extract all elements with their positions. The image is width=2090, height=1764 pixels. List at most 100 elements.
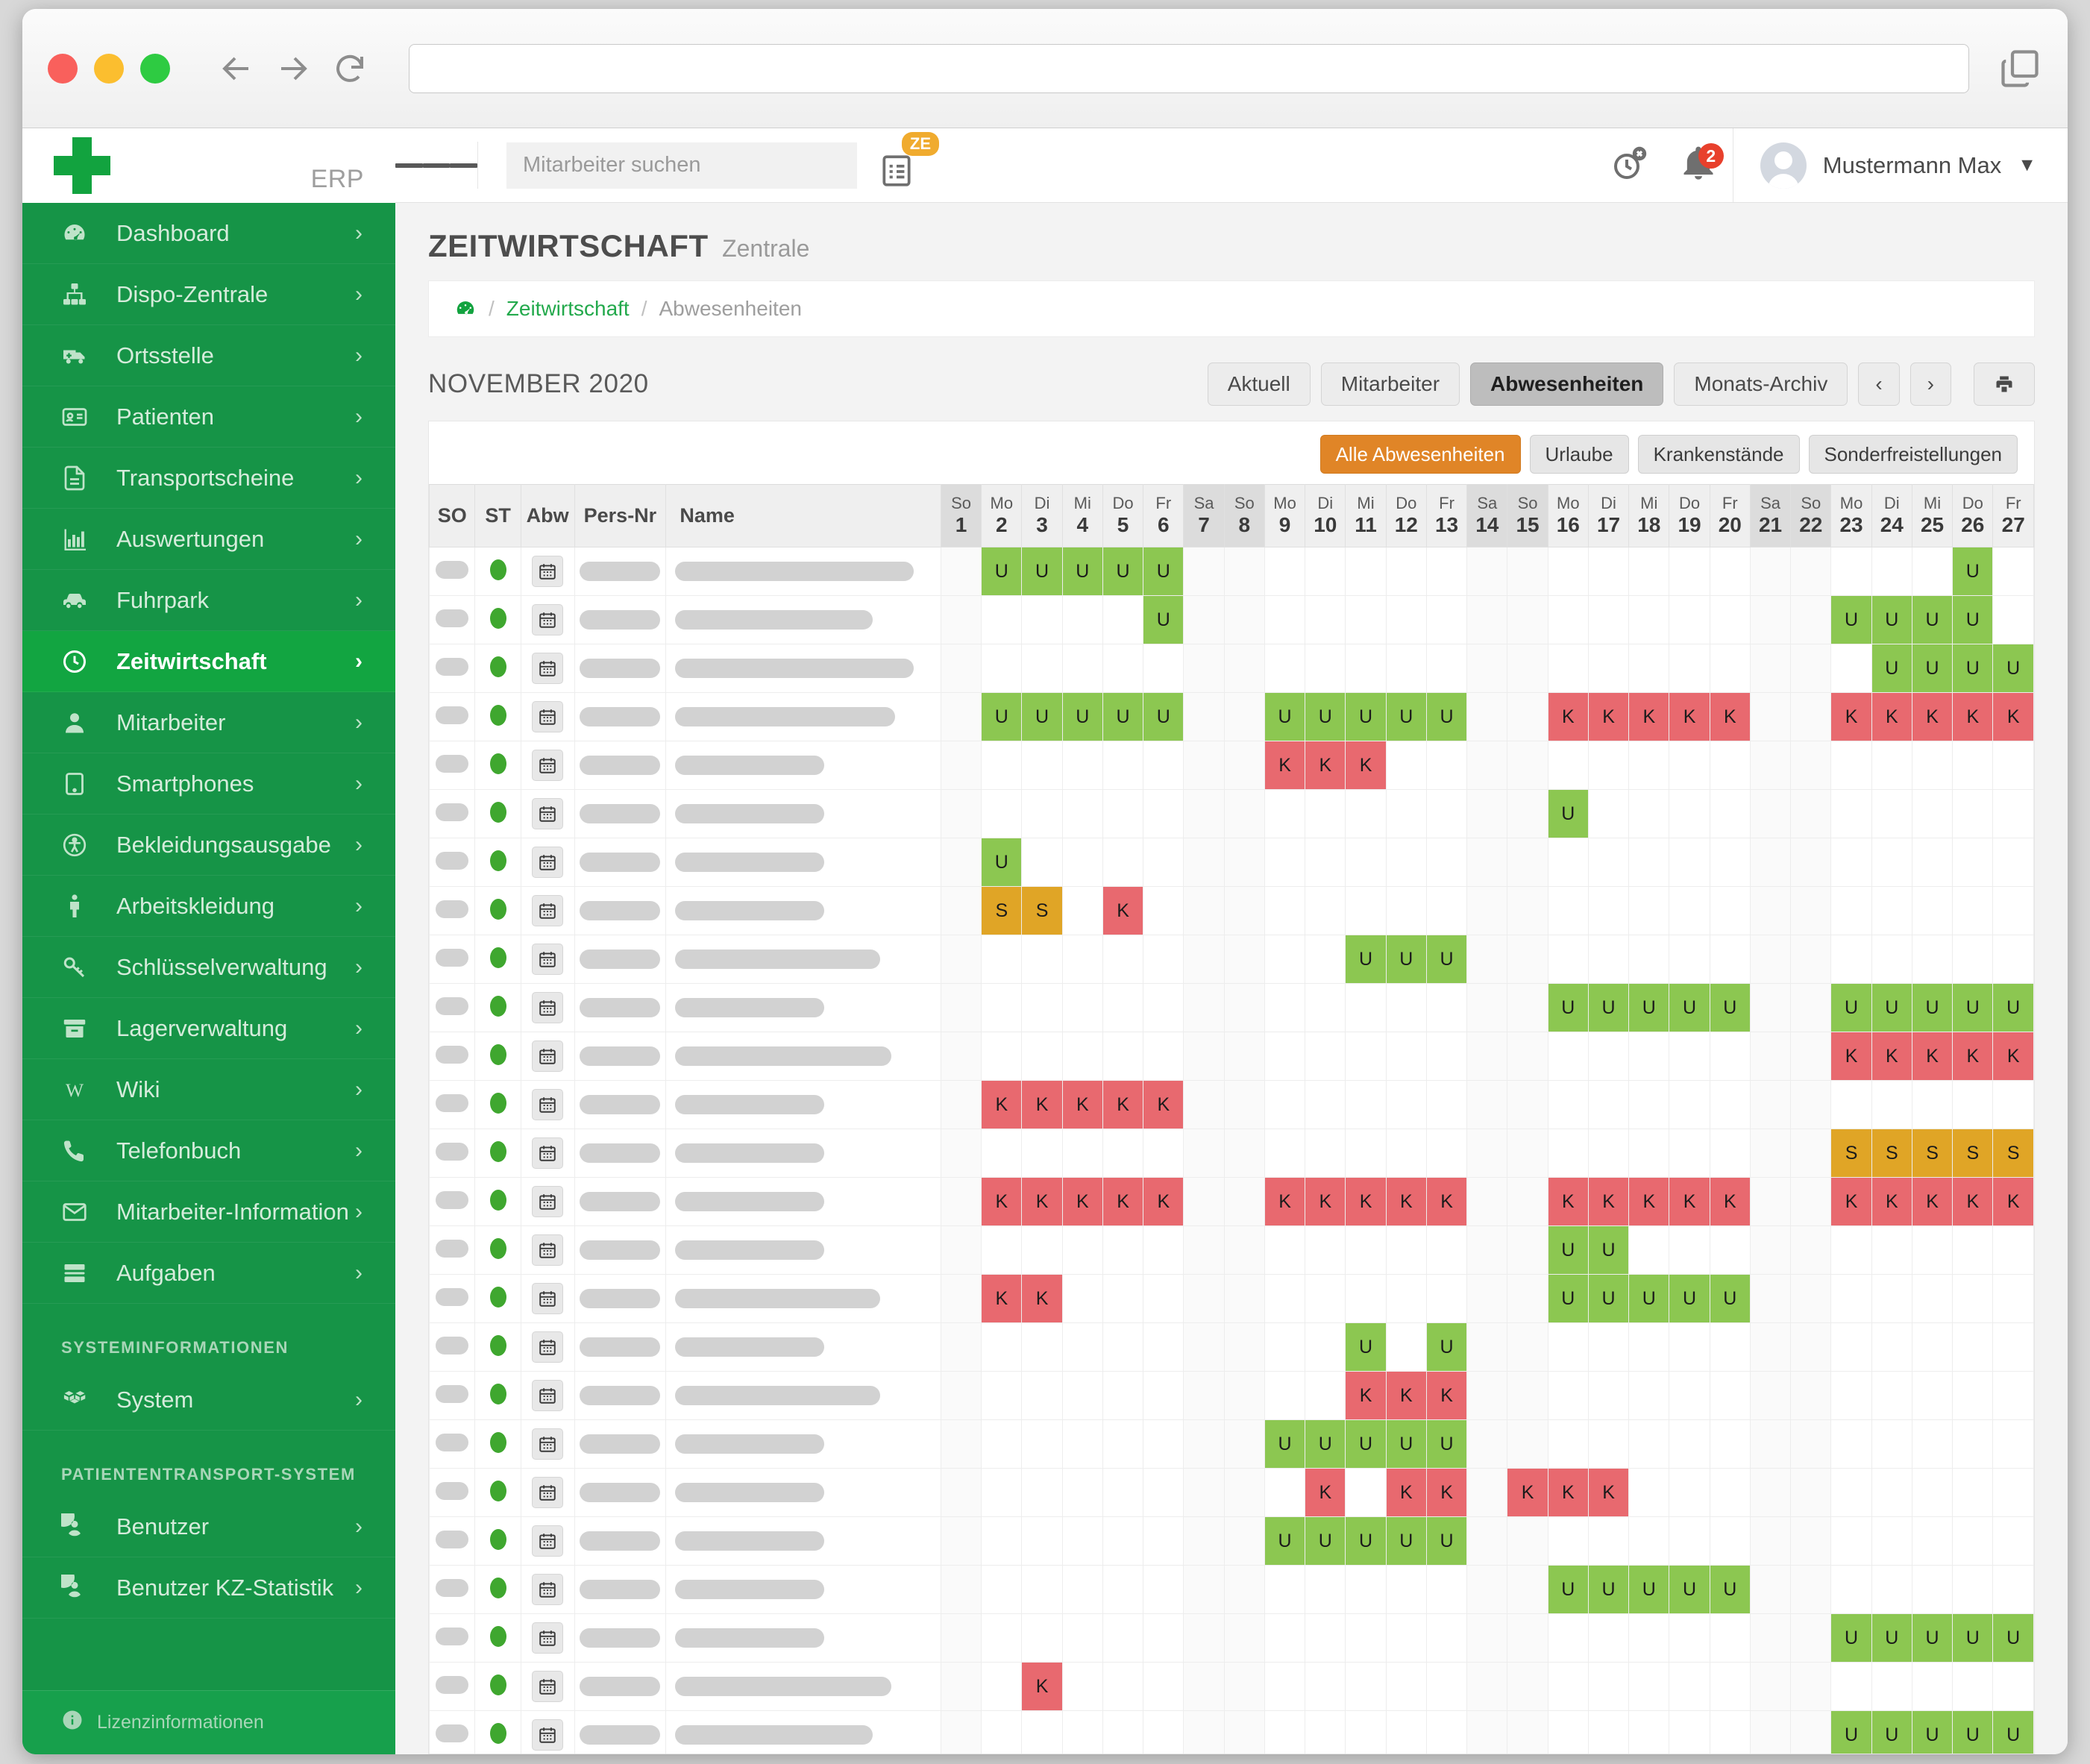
cell-day-1[interactable] <box>941 984 981 1032</box>
cell-day-24[interactable]: U <box>1871 1711 1912 1755</box>
cell-day-16[interactable] <box>1548 1323 1588 1372</box>
cell-day-25[interactable]: K <box>1912 1032 1952 1081</box>
cell-day-26[interactable] <box>1953 790 1993 838</box>
cell-day-22[interactable] <box>1791 1323 1831 1372</box>
cell-day-8[interactable] <box>1224 1566 1264 1614</box>
cell-day-23[interactable]: K <box>1831 693 1871 741</box>
cell-day-21[interactable] <box>1750 790 1790 838</box>
cell-day-21[interactable] <box>1750 935 1790 984</box>
cell-day-15[interactable] <box>1507 1178 1548 1226</box>
cell-day-9[interactable] <box>1264 1469 1305 1517</box>
cell-day-11[interactable] <box>1346 1663 1386 1711</box>
cell-day-24[interactable] <box>1871 547 1912 596</box>
cell-day-10[interactable]: K <box>1305 741 1346 790</box>
cell-day-16[interactable]: K <box>1548 1469 1588 1517</box>
cell-day-13[interactable] <box>1426 1566 1466 1614</box>
cell-day-21[interactable] <box>1750 838 1790 887</box>
cell-day-16[interactable] <box>1548 547 1588 596</box>
calendar-icon[interactable] <box>532 1283 563 1314</box>
cell-day-26[interactable] <box>1953 1469 1993 1517</box>
cell-day-8[interactable] <box>1224 547 1264 596</box>
cell-day-10[interactable] <box>1305 984 1346 1032</box>
cell-day-27[interactable]: K <box>1993 1178 2034 1226</box>
cell-day-5[interactable] <box>1102 1663 1143 1711</box>
table-row[interactable]: KKKKK <box>430 1081 2034 1129</box>
calendar-icon[interactable] <box>532 798 563 829</box>
cell-day-23[interactable] <box>1831 1420 1871 1469</box>
cell-day-2[interactable] <box>982 1614 1022 1663</box>
cell-day-15[interactable] <box>1507 596 1548 644</box>
calendar-icon[interactable] <box>532 604 563 635</box>
cell-day-8[interactable] <box>1224 1372 1264 1420</box>
reload-icon[interactable] <box>327 45 373 92</box>
cell-day-22[interactable] <box>1791 1372 1831 1420</box>
cell-day-23[interactable]: K <box>1831 1178 1871 1226</box>
cell-day-23[interactable] <box>1831 838 1871 887</box>
cell-day-13[interactable]: K <box>1426 1469 1466 1517</box>
cell-day-23[interactable]: U <box>1831 984 1871 1032</box>
cell-day-18[interactable]: U <box>1629 1275 1669 1323</box>
cell-day-1[interactable] <box>941 693 981 741</box>
cell-day-24[interactable]: K <box>1871 1178 1912 1226</box>
column-header-day-20[interactable]: Fr20 <box>1710 485 1750 547</box>
cell-day-3[interactable] <box>1022 790 1062 838</box>
cell-day-5[interactable] <box>1102 1614 1143 1663</box>
calendar-icon[interactable] <box>532 1040 563 1072</box>
cell-day-27[interactable]: K <box>1993 693 2034 741</box>
cell-day-15[interactable] <box>1507 547 1548 596</box>
cell-day-25[interactable]: U <box>1912 984 1952 1032</box>
table-row[interactable]: UUUUU <box>430 1711 2034 1755</box>
sidebar-item-lagerverwaltung[interactable]: Lagerverwaltung › <box>22 998 395 1059</box>
cell-day-14[interactable] <box>1467 887 1507 935</box>
cell-day-13[interactable]: K <box>1426 1372 1466 1420</box>
column-header-day-18[interactable]: Mi18 <box>1629 485 1669 547</box>
cell-day-4[interactable]: K <box>1062 1081 1102 1129</box>
cell-day-27[interactable] <box>1993 935 2034 984</box>
table-row[interactable]: UUUU <box>430 644 2034 693</box>
cell-day-3[interactable] <box>1022 1372 1062 1420</box>
cell-day-4[interactable] <box>1062 1129 1102 1178</box>
cell-day-19[interactable] <box>1669 1663 1710 1711</box>
cell-day-11[interactable]: U <box>1346 1517 1386 1566</box>
cell-day-14[interactable] <box>1467 1420 1507 1469</box>
cell-day-3[interactable] <box>1022 935 1062 984</box>
cell-day-12[interactable]: K <box>1386 1469 1426 1517</box>
cell-day-25[interactable] <box>1912 1469 1952 1517</box>
cell-day-1[interactable] <box>941 1469 981 1517</box>
cell-day-1[interactable] <box>941 547 981 596</box>
cell-day-11[interactable] <box>1346 1614 1386 1663</box>
cell-day-11[interactable] <box>1346 644 1386 693</box>
cell-day-9[interactable]: U <box>1264 1420 1305 1469</box>
cell-day-15[interactable] <box>1507 1129 1548 1178</box>
cell-day-12[interactable] <box>1386 547 1426 596</box>
cell-day-4[interactable] <box>1062 1614 1102 1663</box>
cell-day-18[interactable] <box>1629 1032 1669 1081</box>
cell-day-10[interactable] <box>1305 644 1346 693</box>
cell-day-12[interactable] <box>1386 741 1426 790</box>
cell-day-14[interactable] <box>1467 1372 1507 1420</box>
calendar-icon[interactable] <box>532 1331 563 1363</box>
filter-krankenstaende[interactable]: Krankenstände <box>1638 435 1800 474</box>
cell-day-25[interactable] <box>1912 838 1952 887</box>
cell-day-10[interactable] <box>1305 887 1346 935</box>
cell-day-26[interactable] <box>1953 1663 1993 1711</box>
cell-day-4[interactable] <box>1062 1226 1102 1275</box>
minimize-window-button[interactable] <box>94 54 124 84</box>
cell-day-23[interactable] <box>1831 887 1871 935</box>
cell-day-18[interactable]: U <box>1629 1566 1669 1614</box>
cell-day-5[interactable]: U <box>1102 547 1143 596</box>
column-header-day-9[interactable]: Mo9 <box>1264 485 1305 547</box>
cell-day-14[interactable] <box>1467 693 1507 741</box>
cell-day-16[interactable]: U <box>1548 1566 1588 1614</box>
cell-day-22[interactable] <box>1791 1566 1831 1614</box>
cell-day-5[interactable]: K <box>1102 887 1143 935</box>
cell-day-8[interactable] <box>1224 1420 1264 1469</box>
sidebar-item-telefonbuch[interactable]: Telefonbuch › <box>22 1120 395 1181</box>
cell-day-25[interactable] <box>1912 1566 1952 1614</box>
cell-day-10[interactable]: U <box>1305 1517 1346 1566</box>
cell-day-27[interactable] <box>1993 887 2034 935</box>
table-row[interactable]: KKKKK <box>430 1032 2034 1081</box>
sidebar-item-wiki[interactable]: W Wiki › <box>22 1059 395 1120</box>
cell-day-3[interactable]: K <box>1022 1663 1062 1711</box>
cell-day-9[interactable] <box>1264 1614 1305 1663</box>
